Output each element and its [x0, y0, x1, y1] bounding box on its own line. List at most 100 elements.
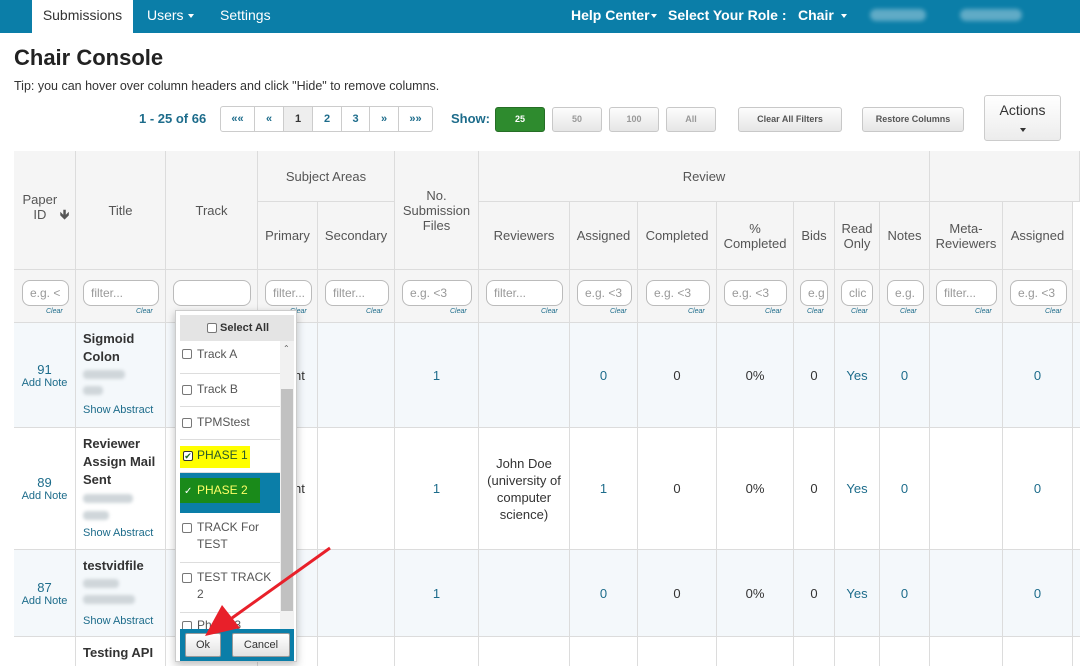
submission-files-link[interactable]: 1 — [395, 323, 479, 428]
track-option-track-a[interactable]: Track A — [180, 341, 280, 374]
submission-files-link[interactable]: 1 — [395, 428, 479, 550]
select-all-checkbox[interactable] — [207, 323, 217, 333]
user-menu-redacted[interactable] — [870, 9, 926, 21]
restore-columns-button[interactable]: Restore Columns — [862, 107, 964, 132]
col-header-meta-assigned[interactable]: Assigned — [1003, 202, 1073, 270]
track-option-phase-2[interactable]: ✓ PHASE 2 — [180, 473, 280, 513]
cancel-button[interactable]: Cancel — [232, 633, 290, 657]
col-header-primary[interactable]: Primary — [258, 202, 318, 270]
clear-filter-link[interactable]: Clear — [610, 308, 627, 315]
filter-input-secondary[interactable]: filter... — [325, 280, 389, 306]
filter-input-paper-id[interactable]: e.g. < — [22, 280, 69, 306]
track-option-test-track-2[interactable]: TEST TRACK 2 — [180, 563, 280, 613]
scroll-up-arrow-icon[interactable]: ⌃ — [283, 344, 290, 353]
role-selector[interactable]: Chair — [798, 0, 847, 33]
track-option-tpmstest[interactable]: TPMStest — [180, 407, 280, 440]
clear-filter-link[interactable]: Clear — [366, 308, 383, 315]
filter-input-completed[interactable]: e.g. <3 — [646, 280, 710, 306]
col-header-secondary[interactable]: Secondary — [318, 202, 395, 270]
paper-title[interactable]: Testing API — [83, 644, 153, 662]
clear-filter-link[interactable]: Clear — [46, 308, 63, 315]
submission-files-link[interactable]: 1 — [395, 550, 479, 637]
assigned-link[interactable]: 1 — [570, 428, 638, 550]
show-50-button[interactable]: 50 — [552, 107, 602, 132]
paper-id-link[interactable]: 89 — [37, 475, 51, 490]
filter-input-assigned[interactable]: e.g. <3 — [577, 280, 632, 306]
assigned-link[interactable]: 0 — [570, 323, 638, 428]
track-a-checkbox[interactable] — [182, 349, 192, 359]
next-page-button[interactable]: » — [370, 106, 399, 132]
show-abstract-link[interactable]: Show Abstract — [83, 527, 153, 539]
filter-input-track[interactable] — [173, 280, 251, 306]
test-track-2-checkbox[interactable] — [182, 573, 192, 583]
show-100-button[interactable]: 100 — [609, 107, 659, 132]
read-only-link[interactable]: Yes — [835, 550, 880, 637]
clear-filter-link[interactable]: Clear — [1045, 308, 1062, 315]
paper-title[interactable]: Reviewer Assign Mail Sent — [83, 435, 155, 489]
page-3-button[interactable]: 3 — [342, 106, 370, 132]
filter-input-meta-assigned[interactable]: e.g. <3 — [1010, 280, 1067, 306]
notes-link[interactable]: 0 — [880, 323, 930, 428]
col-header-track[interactable]: Track — [166, 151, 258, 270]
tab-submissions[interactable]: Submissions — [32, 0, 133, 33]
track-b-checkbox[interactable] — [182, 385, 192, 395]
filter-input-bids[interactable]: e.g — [800, 280, 828, 306]
clear-filter-link[interactable]: Clear — [975, 308, 992, 315]
dropdown-scrollbar[interactable]: ⌃ — [280, 341, 294, 631]
meta-assigned-link[interactable]: 0 — [1003, 428, 1073, 550]
first-page-button[interactable]: «« — [220, 106, 255, 132]
ok-button[interactable]: Ok — [185, 633, 221, 657]
meta-assigned-link[interactable]: 0 — [1003, 550, 1073, 637]
actions-button[interactable]: Actions — [984, 95, 1061, 141]
add-note-link[interactable]: Add Note — [22, 377, 68, 389]
col-header-bids[interactable]: Bids — [794, 202, 835, 270]
help-center-menu[interactable]: Help Center — [571, 0, 657, 33]
clear-filter-link[interactable]: Clear — [541, 308, 558, 315]
add-note-link[interactable]: Add Note — [22, 595, 68, 607]
track-option-phase-1[interactable]: ✔ PHASE 1 — [180, 440, 280, 473]
paper-title[interactable]: Sigmoid Colon — [83, 330, 134, 366]
show-abstract-link[interactable]: Show Abstract — [83, 404, 153, 416]
clear-filter-link[interactable]: Clear — [900, 308, 917, 315]
show-all-button[interactable]: All — [666, 107, 716, 132]
col-header-assigned[interactable]: Assigned — [570, 202, 638, 270]
page-1-button[interactable]: 1 — [284, 106, 313, 132]
clear-all-filters-button[interactable]: Clear All Filters — [738, 107, 842, 132]
assigned-link[interactable]: 0 — [570, 550, 638, 637]
filter-input-title[interactable]: filter... — [83, 280, 159, 306]
col-header-title[interactable]: Title — [76, 151, 166, 270]
clear-filter-link[interactable]: Clear — [765, 308, 782, 315]
last-page-button[interactable]: »» — [399, 106, 433, 132]
clear-filter-link[interactable]: Clear — [136, 308, 153, 315]
tpmstest-checkbox[interactable] — [182, 418, 192, 428]
read-only-link[interactable]: Yes — [835, 323, 880, 428]
col-header-meta-reviewers[interactable]: Meta-Reviewers — [930, 202, 1003, 270]
filter-input-files[interactable]: e.g. <3 — [402, 280, 472, 306]
select-all-option[interactable]: Select All — [180, 315, 294, 341]
col-header-completed[interactable]: Completed — [638, 202, 717, 270]
notes-link[interactable]: 0 — [880, 550, 930, 637]
phase-1-checkbox-checked-icon[interactable]: ✔ — [183, 451, 193, 461]
account-menu-redacted[interactable] — [960, 9, 1022, 21]
page-2-button[interactable]: 2 — [313, 106, 342, 132]
track-option-track-b[interactable]: Track B — [180, 374, 280, 407]
scrollbar-thumb[interactable] — [281, 389, 293, 611]
col-header-reviewers[interactable]: Reviewers — [479, 202, 570, 270]
meta-assigned-link[interactable]: 0 — [1003, 323, 1073, 428]
tab-users[interactable]: Users — [147, 0, 194, 33]
show-abstract-link[interactable]: Show Abstract — [83, 615, 153, 627]
col-header-submission-files[interactable]: No. Submission Files — [395, 151, 479, 270]
clear-filter-link[interactable]: Clear — [450, 308, 467, 315]
clear-filter-link[interactable]: Clear — [807, 308, 824, 315]
filter-input-read-only[interactable]: clic — [841, 280, 873, 306]
filter-input-primary[interactable]: filter... — [265, 280, 312, 306]
read-only-link[interactable]: Yes — [835, 428, 880, 550]
clear-filter-link[interactable]: Clear — [851, 308, 868, 315]
col-header-notes[interactable]: Notes — [880, 202, 930, 270]
show-25-button[interactable]: 25 — [495, 107, 545, 132]
col-header-paper-id[interactable]: Paper ID 🡻 — [14, 151, 76, 270]
track-option-track-for-test[interactable]: TRACK For TEST — [180, 513, 280, 563]
paper-id-link[interactable]: 91 — [37, 362, 51, 377]
paper-title[interactable]: testvidfile — [83, 557, 144, 575]
prev-page-button[interactable]: « — [255, 106, 284, 132]
